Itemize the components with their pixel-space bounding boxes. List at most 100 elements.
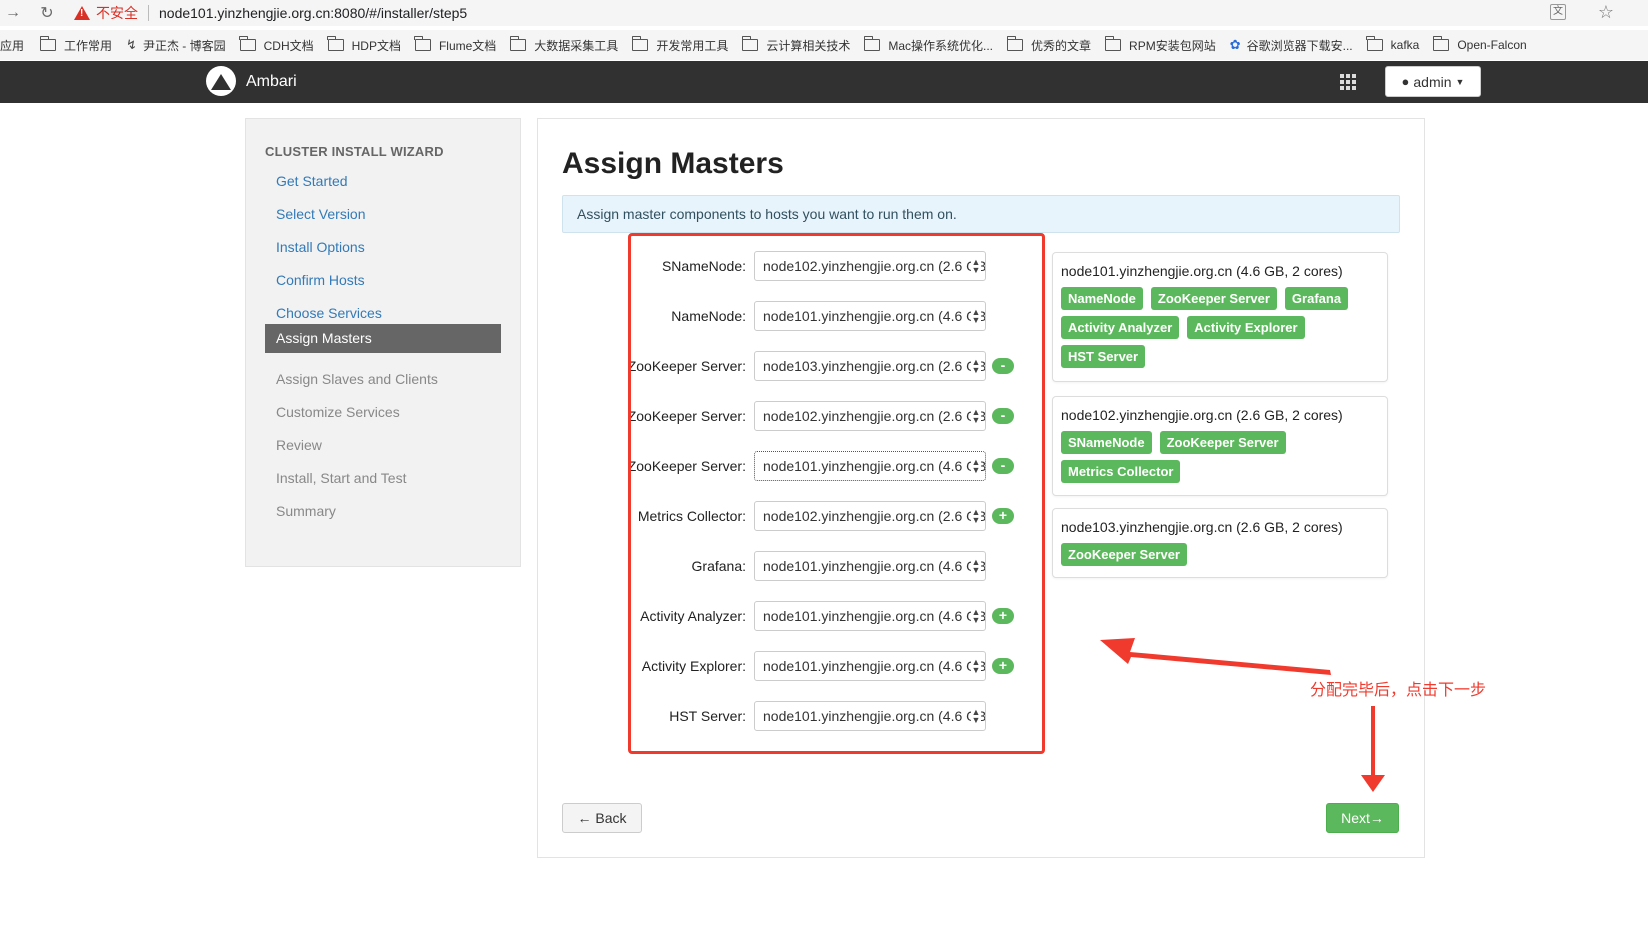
folder-icon (327, 36, 344, 51)
wizard-step-get-started[interactable]: Get Started (276, 173, 348, 189)
folder-icon (414, 36, 431, 51)
folder-icon (1366, 36, 1383, 51)
bookmark-label: RPM安装包网站 (1129, 38, 1216, 53)
wizard-step-assign-masters: Assign Masters (265, 324, 501, 353)
views-grid-icon[interactable] (1340, 74, 1358, 90)
bookmark-label: 大数据采集工具 (534, 38, 619, 53)
top-navbar: Ambari ● admin ▼ (0, 61, 1648, 103)
component-badge: HST Server (1061, 345, 1146, 368)
component-badge-list: NameNode ZooKeeper Server Grafana Activity … (1061, 287, 1379, 368)
host-card-title: node102.yinzhengjie.org.cn (2.6 GB, 2 co… (1061, 407, 1343, 423)
folder-icon (1432, 36, 1450, 51)
warning-icon (74, 6, 90, 20)
user-menu-button[interactable]: ● admin ▼ (1385, 66, 1481, 97)
bookmark-item[interactable]: 优秀的文章 (1006, 36, 1092, 54)
bookmark-label: Mac操作系统优化... (888, 38, 994, 53)
browser-address-bar: → ↻ 不安全 node101.yinzhengjie.org.cn:8080/… (0, 0, 1648, 26)
bookmark-item[interactable]: 开发常用工具 (631, 36, 729, 54)
ambari-logo-icon[interactable] (206, 66, 236, 96)
host-card: node102.yinzhengjie.org.cn (2.6 GB, 2 co… (1052, 396, 1388, 496)
component-badge-list: ZooKeeper Server (1061, 543, 1379, 566)
component-badge: Metrics Collector (1061, 460, 1181, 483)
wizard-step-install-options[interactable]: Install Options (276, 239, 365, 255)
bookmark-star-icon[interactable]: ☆ (1598, 2, 1614, 23)
wizard-step-customize-services: Customize Services (276, 404, 400, 420)
folder-icon (39, 36, 57, 51)
bookmark-label: Open-Falcon (1457, 38, 1527, 52)
component-badge: ZooKeeper Server (1159, 431, 1286, 454)
folder-icon (509, 36, 527, 51)
caret-down-icon: ▼ (1455, 76, 1465, 87)
bookmark-label: 云计算相关技术 (766, 38, 851, 53)
bookmark-label: Flume文档 (438, 38, 497, 53)
folder-icon (239, 36, 256, 51)
bookmark-item[interactable]: ✿ 谷歌浏览器下载安... (1230, 37, 1353, 54)
bookmark-item[interactable]: kafka (1366, 36, 1420, 52)
reload-icon[interactable]: ↻ (36, 3, 58, 23)
folder-icon (1006, 36, 1024, 51)
component-badge: ZooKeeper Server (1150, 287, 1277, 310)
url-divider (148, 5, 149, 21)
bookmark-label: 尹正杰 - 博客园 (142, 38, 226, 53)
component-badge: Activity Analyzer (1061, 316, 1180, 339)
brand-name[interactable]: Ambari (246, 73, 297, 91)
insecure-label[interactable]: 不安全 (96, 3, 138, 23)
wizard-step-assign-slaves-and-clients: Assign Slaves and Clients (276, 371, 438, 387)
bookmarks-bar: 应用 工作常用 ↯ 尹正杰 - 博客园 CDH文档 HDP文档 Flume文档 大数据采集工具… (0, 30, 1648, 60)
component-badge: Grafana (1284, 287, 1349, 310)
highlight-frame (628, 233, 1045, 754)
component-badge-list: SNameNode ZooKeeper Server Metrics Collect… (1061, 431, 1379, 483)
host-card-title: node101.yinzhengjie.org.cn (4.6 GB, 2 co… (1061, 263, 1343, 279)
folder-icon (1104, 36, 1122, 51)
host-card: node103.yinzhengjie.org.cn (2.6 GB, 2 co… (1052, 508, 1388, 578)
wizard-step-select-version[interactable]: Select Version (276, 206, 366, 222)
bookmark-item[interactable]: 应用 (0, 37, 24, 54)
bookmark-label: CDH文档 (263, 38, 314, 53)
wizard-step-choose-services[interactable]: Choose Services (276, 305, 382, 321)
host-card: node101.yinzhengjie.org.cn (4.6 GB, 2 co… (1052, 252, 1388, 382)
wizard-sidebar: CLUSTER INSTALL WIZARD Get Started Select… (245, 118, 521, 567)
bookmark-item[interactable]: Open-Falcon (1432, 36, 1527, 52)
next-button[interactable]: Next→ (1326, 803, 1399, 833)
bookmark-item[interactable]: 大数据采集工具 (509, 36, 619, 54)
bookmark-item[interactable]: RPM安装包网站 (1104, 36, 1216, 54)
bookmark-label: 应用 (0, 38, 25, 53)
paw-icon: ✿ (1229, 37, 1241, 52)
component-badge: SNameNode (1061, 431, 1152, 454)
annotation-text: 分配完毕后，点击下一步 (1310, 682, 1487, 699)
bookmark-label: 谷歌浏览器下载安... (1246, 38, 1353, 53)
sidebar-title: CLUSTER INSTALL WIZARD (265, 144, 444, 159)
translate-icon[interactable]: 文 (1550, 4, 1566, 20)
component-badge: ZooKeeper Server (1061, 543, 1187, 566)
wizard-step-review: Review (276, 437, 322, 453)
bookmark-label: 开发常用工具 (656, 38, 729, 53)
info-alert: Assign master components to hosts you wa… (562, 195, 1400, 233)
host-card-title: node103.yinzhengjie.org.cn (2.6 GB, 2 co… (1061, 519, 1343, 535)
url-field[interactable]: node101.yinzhengjie.org.cn:8080/#/instal… (159, 5, 467, 21)
wizard-step-summary: Summary (276, 503, 336, 519)
bookmark-item[interactable]: HDP文档 (327, 36, 401, 54)
wizard-step-confirm-hosts[interactable]: Confirm Hosts (276, 272, 365, 288)
bookmark-item[interactable]: Mac操作系统优化... (863, 36, 994, 54)
folder-icon (741, 36, 759, 51)
bookmark-item[interactable]: CDH文档 (239, 36, 314, 54)
component-badge: NameNode (1061, 287, 1143, 310)
back-button[interactable]: ← Back (562, 803, 642, 833)
bookmark-item[interactable]: Flume文档 (414, 36, 497, 54)
forward-arrow-icon[interactable]: → (2, 4, 24, 22)
folder-icon (863, 36, 881, 51)
user-name: admin (1413, 73, 1452, 90)
blog-icon: ↯ (126, 37, 137, 52)
bookmark-item[interactable]: 工作常用 (39, 36, 113, 54)
bookmark-label: 工作常用 (64, 38, 113, 53)
bookmark-label: kafka (1390, 38, 1420, 52)
bookmark-item[interactable]: 云计算相关技术 (741, 36, 851, 54)
bookmark-label: 优秀的文章 (1031, 38, 1092, 53)
folder-icon (631, 36, 649, 51)
bookmark-item[interactable]: ↯ 尹正杰 - 博客园 (126, 37, 226, 54)
component-badge: Activity Explorer (1187, 316, 1305, 339)
page-title: Assign Masters (562, 147, 784, 180)
wizard-step-install-start-and-test: Install, Start and Test (276, 470, 407, 486)
bookmark-label: HDP文档 (351, 38, 401, 53)
user-icon: ● (1401, 74, 1410, 89)
